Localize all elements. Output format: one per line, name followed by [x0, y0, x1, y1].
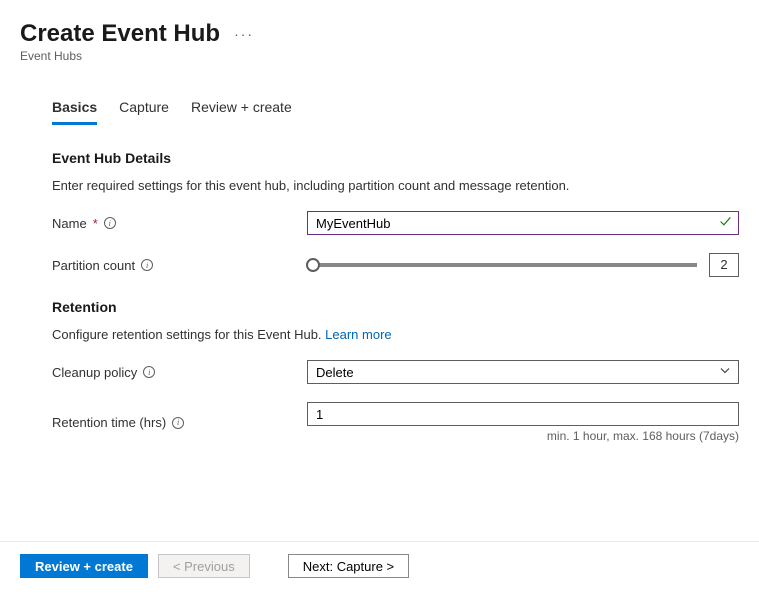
more-actions-icon[interactable]: ··· — [234, 27, 254, 41]
tabbar: Basics Capture Review + create — [32, 99, 759, 125]
tab-review-create[interactable]: Review + create — [191, 99, 292, 125]
content-area: Event Hub Details Enter required setting… — [0, 125, 759, 443]
field-retention-time: Retention time (hrs) i min. 1 hour, max.… — [52, 402, 739, 443]
field-cleanup: Cleanup policy i Delete — [52, 360, 739, 384]
partition-label: Partition count — [52, 258, 135, 273]
section-description-retention: Configure retention settings for this Ev… — [52, 327, 739, 342]
section-heading-retention: Retention — [52, 299, 739, 315]
cleanup-label: Cleanup policy — [52, 365, 137, 380]
retention-desc-text: Configure retention settings for this Ev… — [52, 327, 325, 342]
field-name: Name * i — [52, 211, 739, 235]
learn-more-link[interactable]: Learn more — [325, 327, 391, 342]
info-icon[interactable]: i — [143, 366, 155, 378]
partition-value[interactable]: 2 — [709, 253, 739, 277]
breadcrumb: Event Hubs — [20, 49, 739, 63]
section-heading-details: Event Hub Details — [52, 150, 739, 166]
review-create-button[interactable]: Review + create — [20, 554, 148, 578]
name-label: Name — [52, 216, 87, 231]
info-icon[interactable]: i — [141, 259, 153, 271]
section-description-details: Enter required settings for this event h… — [52, 178, 739, 193]
page-header: Create Event Hub ··· Event Hubs — [0, 0, 759, 69]
retention-hint: min. 1 hour, max. 168 hours (7days) — [307, 429, 739, 443]
info-icon[interactable]: i — [104, 217, 116, 229]
name-input[interactable] — [307, 211, 739, 235]
required-indicator: * — [93, 216, 98, 231]
info-icon[interactable]: i — [172, 417, 184, 429]
page-title: Create Event Hub — [20, 20, 220, 48]
retention-label: Retention time (hrs) — [52, 415, 166, 430]
slider-thumb[interactable] — [306, 258, 320, 272]
partition-slider[interactable] — [307, 263, 697, 267]
next-button[interactable]: Next: Capture > — [288, 554, 409, 578]
cleanup-select[interactable]: Delete — [307, 360, 739, 384]
tab-basics[interactable]: Basics — [52, 99, 97, 125]
retention-time-input[interactable] — [307, 402, 739, 426]
footer-bar: Review + create < Previous Next: Capture… — [0, 541, 759, 590]
tab-capture[interactable]: Capture — [119, 99, 169, 125]
field-partition: Partition count i 2 — [52, 253, 739, 277]
previous-button: < Previous — [158, 554, 250, 578]
